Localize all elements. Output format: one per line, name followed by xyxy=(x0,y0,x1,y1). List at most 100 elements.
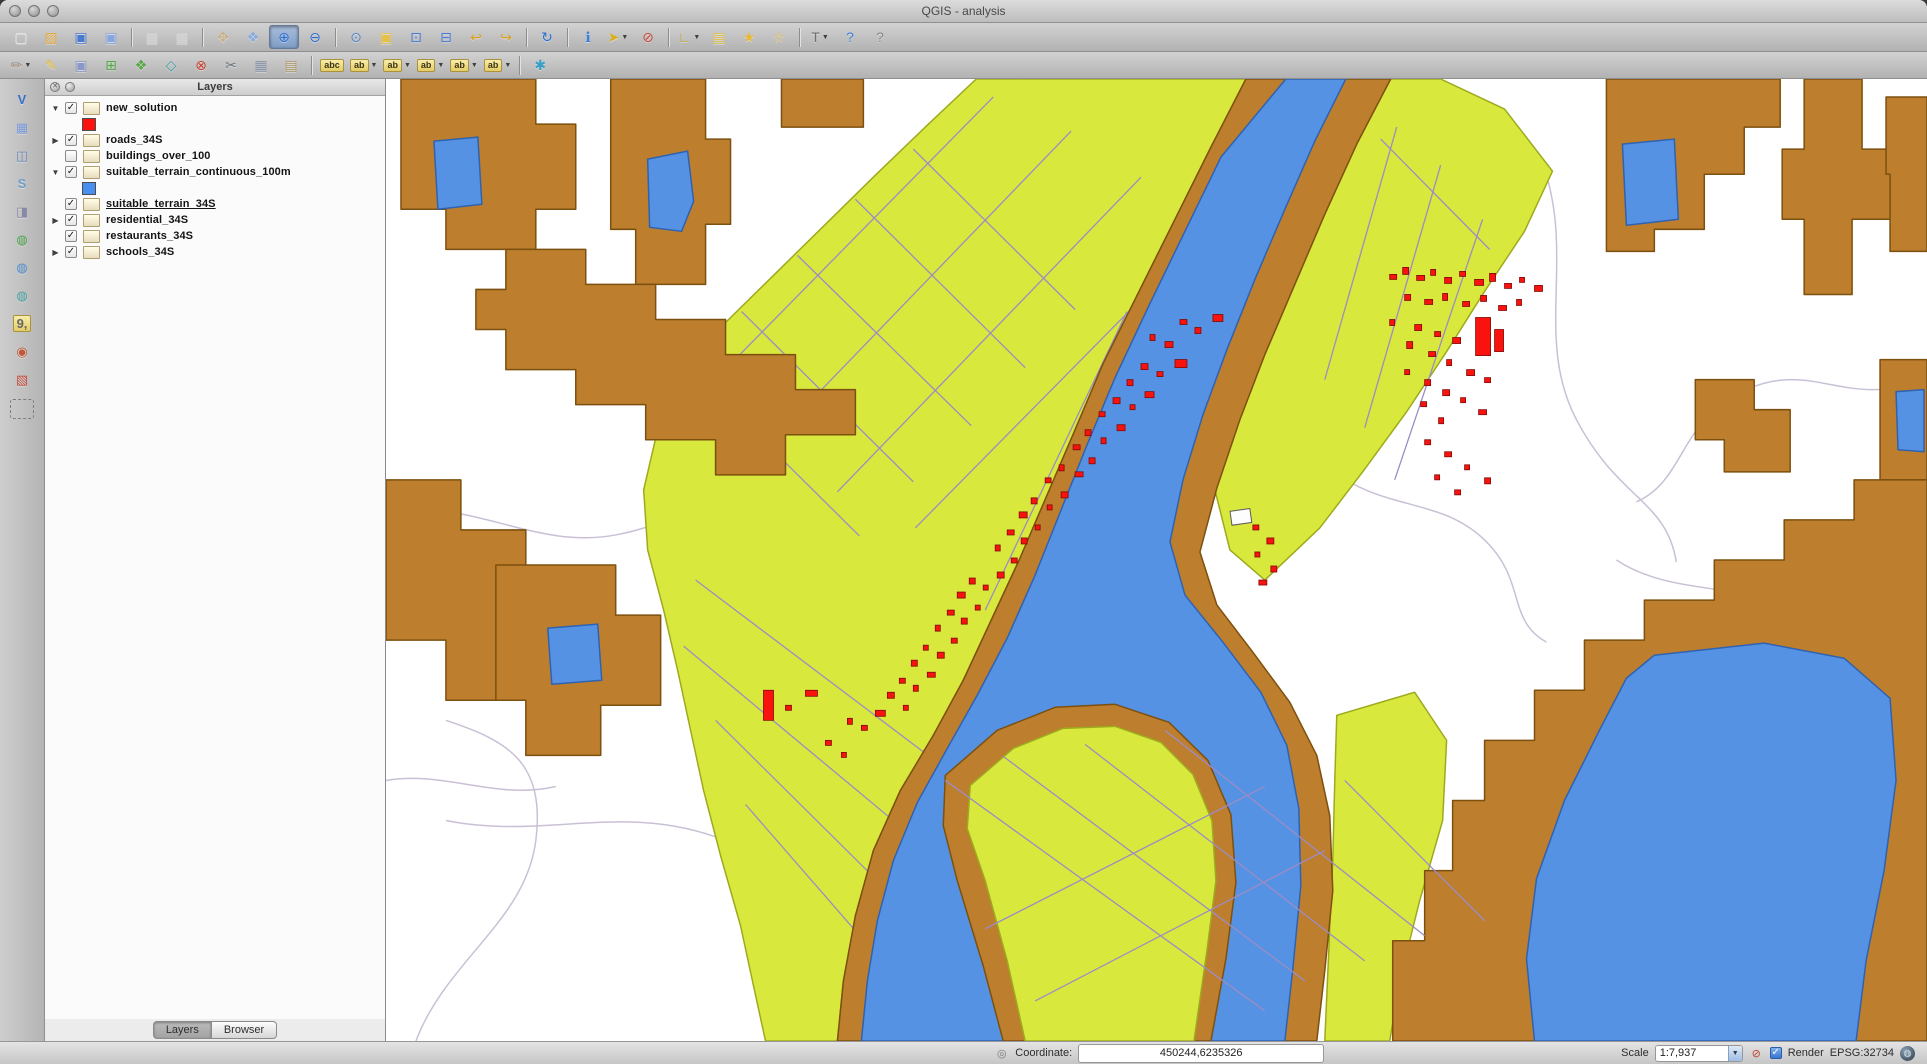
layer-label[interactable]: new_solution xyxy=(106,102,177,114)
layer-label[interactable]: schools_34S xyxy=(106,246,174,258)
save-project-button[interactable]: ▣ xyxy=(67,26,95,48)
zoom-actual-button[interactable]: ⊙ xyxy=(342,26,370,48)
select-features-dropdown-arrow-icon[interactable]: ▼ xyxy=(621,34,628,41)
layer-label[interactable]: buildings_over_100 xyxy=(106,150,211,162)
text-annotation-button[interactable]: T▼ xyxy=(806,26,834,48)
deselect-features-button[interactable]: ⊘ xyxy=(634,26,662,48)
layer-color-swatch[interactable] xyxy=(82,182,96,195)
expander-icon[interactable]: ▼ xyxy=(49,104,62,113)
label-settings-4-button[interactable]: ab▼ xyxy=(448,54,479,76)
layer-row-new_solution[interactable]: ▼✓ new_solution xyxy=(45,100,385,116)
save-layer-edits-button[interactable]: ▣ xyxy=(67,54,95,76)
add-postgis-layer-button[interactable]: ◫ xyxy=(8,143,36,167)
labeling-button[interactable]: abc xyxy=(318,54,346,76)
layer-label[interactable]: residential_34S xyxy=(106,214,188,226)
stop-render-icon[interactable]: ⊘ xyxy=(1749,1046,1764,1061)
save-project-as-button[interactable]: ▣ xyxy=(97,26,125,48)
label-settings-2-dropdown-arrow-icon[interactable]: ▼ xyxy=(404,62,411,69)
add-feature-button[interactable]: ⊞ xyxy=(97,54,125,76)
layer-row-roads_34S[interactable]: ▶✓ roads_34S xyxy=(45,132,385,148)
zoom-out-button[interactable]: ⊖ xyxy=(301,26,329,48)
add-mssql-layer-button[interactable]: ◨ xyxy=(8,199,36,223)
add-vector-layer-button[interactable]: V xyxy=(8,87,36,111)
layer-row-residential_34S[interactable]: ▶✓ residential_34S xyxy=(45,212,385,228)
refresh-map-button[interactable]: ↻ xyxy=(533,26,561,48)
help-contents-button[interactable]: ? xyxy=(836,26,864,48)
label-pin-button[interactable]: ab▼ xyxy=(482,54,513,76)
paste-features-button[interactable]: ▤ xyxy=(277,54,305,76)
label-settings-3-button[interactable]: ab▼ xyxy=(415,54,446,76)
open-project-button[interactable]: ▨ xyxy=(37,26,65,48)
add-wfs-layer-button[interactable]: ◍ xyxy=(8,283,36,307)
layer-visibility-checkbox[interactable]: ✓ xyxy=(65,246,77,258)
crs-status-icon[interactable]: ◍ xyxy=(1900,1046,1915,1061)
layer-visibility-checkbox[interactable]: ✓ xyxy=(65,230,77,242)
layer-label[interactable]: roads_34S xyxy=(106,134,163,146)
expander-icon[interactable]: ▶ xyxy=(49,216,62,225)
expander-icon[interactable]: ▼ xyxy=(49,168,62,177)
select-features-button[interactable]: ➤▼ xyxy=(604,26,632,48)
layer-visibility-checkbox[interactable]: ✓ xyxy=(65,198,77,210)
new-print-composer-button[interactable]: ▤ xyxy=(138,26,166,48)
coordinate-input[interactable] xyxy=(1078,1044,1324,1063)
expander-icon[interactable]: ▶ xyxy=(49,136,62,145)
add-wms-layer-button[interactable]: ◍ xyxy=(8,227,36,251)
expander-icon[interactable]: ▶ xyxy=(49,248,62,257)
add-spatialite-layer-button[interactable]: S xyxy=(8,171,36,195)
delete-selected-button[interactable]: ⊗ xyxy=(187,54,215,76)
zoom-last-button[interactable]: ↩ xyxy=(462,26,490,48)
text-annotation-dropdown-arrow-icon[interactable]: ▼ xyxy=(822,34,829,41)
map-tips-button[interactable]: ▤ xyxy=(705,26,733,48)
current-edits-dropdown-arrow-icon[interactable]: ▼ xyxy=(24,62,31,69)
zoom-in-button[interactable]: ⊕ xyxy=(269,25,299,49)
current-edits-button[interactable]: ✏▼ xyxy=(7,54,35,76)
add-delimited-text-layer-button[interactable]: 9, xyxy=(8,311,36,335)
add-wcs-layer-button[interactable]: ◍ xyxy=(8,255,36,279)
processing-button[interactable]: ✱ xyxy=(526,54,554,76)
scale-input[interactable] xyxy=(1656,1046,1728,1060)
layer-visibility-checkbox[interactable] xyxy=(65,150,77,162)
new-project-button[interactable]: ▢ xyxy=(7,26,35,48)
toggle-editing-button[interactable]: ✎ xyxy=(37,54,65,76)
node-tool-button[interactable]: ◇ xyxy=(157,54,185,76)
layer-row-schools_34S[interactable]: ▶✓ schools_34S xyxy=(45,244,385,260)
label-pin-dropdown-arrow-icon[interactable]: ▼ xyxy=(504,62,511,69)
measure-button[interactable]: ∟▼ xyxy=(675,26,703,48)
pan-map-button[interactable]: ✥ xyxy=(209,26,237,48)
layer-visibility-checkbox[interactable]: ✓ xyxy=(65,102,77,114)
show-bookmarks-button[interactable]: ☆ xyxy=(765,26,793,48)
label-settings-3-dropdown-arrow-icon[interactable]: ▼ xyxy=(437,62,444,69)
label-settings-1-button[interactable]: ab▼ xyxy=(348,54,379,76)
layer-visibility-checkbox[interactable]: ✓ xyxy=(65,214,77,226)
measure-dropdown-arrow-icon[interactable]: ▼ xyxy=(693,34,700,41)
layer-visibility-checkbox[interactable]: ✓ xyxy=(65,134,77,146)
copy-features-button[interactable]: ▦ xyxy=(247,54,275,76)
add-raster-layer-button[interactable]: ▦ xyxy=(8,115,36,139)
zoom-next-button[interactable]: ↪ xyxy=(492,26,520,48)
move-feature-button[interactable]: ❖ xyxy=(127,54,155,76)
layer-row-restaurants_34S[interactable]: ✓restaurants_34S xyxy=(45,228,385,244)
zoom-full-button[interactable]: ▣ xyxy=(372,26,400,48)
add-oracle-layer-button[interactable]: ◉ xyxy=(8,339,36,363)
layer-row-suitable_terrain_34S[interactable]: ✓suitable_terrain_34S xyxy=(45,196,385,212)
layer-color-swatch[interactable] xyxy=(82,118,96,131)
identify-features-button[interactable]: ℹ xyxy=(574,26,602,48)
whats-this-button[interactable]: ? xyxy=(866,26,894,48)
map-canvas[interactable] xyxy=(386,79,1927,1041)
label-settings-1-dropdown-arrow-icon[interactable]: ▼ xyxy=(371,62,378,69)
layer-row-suitable_terrain_continuous_100m[interactable]: ▼✓ suitable_terrain_continuous_100m xyxy=(45,164,385,180)
panel-tab-layers[interactable]: Layers xyxy=(153,1021,212,1039)
label-settings-2-button[interactable]: ab▼ xyxy=(381,54,412,76)
empty-slot-button[interactable] xyxy=(10,399,34,419)
composer-manager-button[interactable]: ▦ xyxy=(168,26,196,48)
cut-features-button[interactable]: ✂ xyxy=(217,54,245,76)
mouse-position-icon[interactable]: ◎ xyxy=(994,1046,1009,1061)
layer-label[interactable]: suitable_terrain_continuous_100m xyxy=(106,166,291,178)
render-checkbox[interactable]: ✓ xyxy=(1770,1047,1782,1059)
panel-tab-browser[interactable]: Browser xyxy=(212,1021,277,1039)
layer-visibility-checkbox[interactable]: ✓ xyxy=(65,166,77,178)
new-shapefile-layer-button[interactable]: ▧ xyxy=(8,367,36,391)
new-bookmark-button[interactable]: ★ xyxy=(735,26,763,48)
layer-row-buildings_over_100[interactable]: buildings_over_100 xyxy=(45,148,385,164)
zoom-to-selection-button[interactable]: ⊡ xyxy=(402,26,430,48)
